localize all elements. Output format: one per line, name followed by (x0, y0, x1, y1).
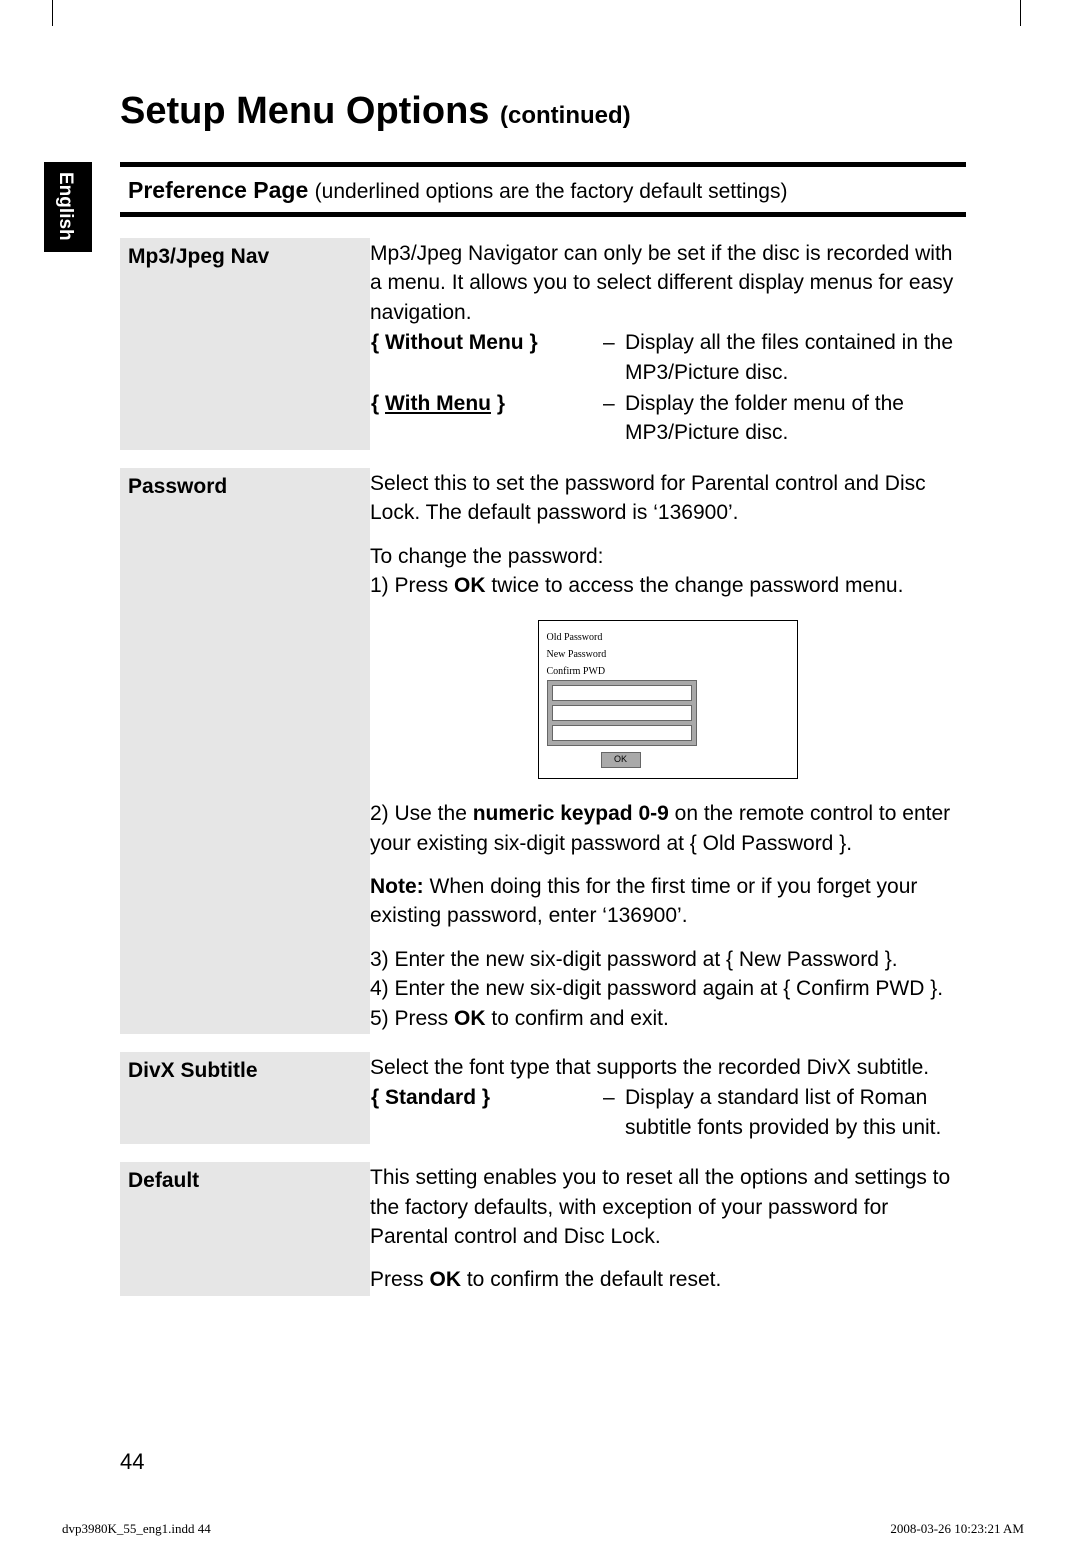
mp3-opt1-label: { Without Menu } (370, 327, 602, 388)
footer-filename: dvp3980K_55_eng1.indd 44 (62, 1521, 211, 1537)
label-password: Password (120, 468, 370, 1034)
password-p1: Select this to set the password for Pare… (370, 469, 965, 528)
section-header: Preference Page (underlined options are … (128, 177, 787, 204)
manual-page: Setup Menu Options (continued) English P… (0, 0, 1080, 1567)
dash: – (602, 327, 624, 388)
password-step1: 1) Press OK twice to access the change p… (370, 571, 965, 600)
label-divx: DivX Subtitle (120, 1052, 370, 1144)
crop-mark (52, 0, 53, 26)
divx-intro: Select the font type that supports the r… (370, 1053, 965, 1082)
divx-opt-desc: Display a standard list of Roman subtitl… (624, 1082, 965, 1143)
pwd-ui-new-field (552, 705, 692, 721)
desc-divx: Select the font type that supports the r… (370, 1052, 966, 1144)
dash: – (602, 388, 624, 449)
label-default: Default (120, 1162, 370, 1296)
pwd-ui-confirm-field (552, 725, 692, 741)
password-p2: To change the password: (370, 542, 965, 571)
password-step4: 4) Enter the new six-digit password agai… (370, 974, 965, 1003)
desc-password: Select this to set the password for Pare… (370, 468, 966, 1034)
row-password: Password Select this to set the password… (120, 468, 966, 1034)
desc-mp3jpeg: Mp3/Jpeg Navigator can only be set if th… (370, 238, 966, 450)
pwd-ui-ok-button: OK (601, 752, 641, 768)
footer-timestamp: 2008-03-26 10:23:21 AM (890, 1521, 1024, 1537)
page-title: Setup Menu Options (continued) (120, 90, 631, 133)
pwd-ui-confirm: Confirm PWD (547, 666, 606, 677)
pwd-ui-old: Old Password (547, 632, 603, 643)
content-area: Mp3/Jpeg Nav Mp3/Jpeg Navigator can only… (120, 220, 966, 1296)
section-header-paren: (underlined options are the factory defa… (315, 180, 788, 203)
mp3-opt2-label: { With Menu } (370, 388, 602, 449)
section-header-main: Preference Page (128, 177, 308, 203)
page-title-main: Setup Menu Options (120, 90, 489, 132)
language-tab-label: English (54, 172, 76, 241)
mp3-opt2-desc: Display the folder menu of the MP3/Pictu… (624, 388, 965, 449)
divx-opt-label: { Standard } (370, 1082, 602, 1143)
row-default: Default This setting enables you to rese… (120, 1162, 966, 1296)
label-mp3jpeg: Mp3/Jpeg Nav (120, 238, 370, 450)
desc-default: This setting enables you to reset all th… (370, 1162, 966, 1296)
page-number: 44 (120, 1449, 144, 1475)
password-step3: 3) Enter the new six-digit password at {… (370, 945, 965, 974)
divx-options: { Standard } – Display a standard list o… (370, 1082, 965, 1143)
default-p2: Press OK to confirm the default reset. (370, 1265, 965, 1294)
dash: – (602, 1082, 624, 1143)
pwd-ui-old-field (552, 685, 692, 701)
crop-mark (1020, 0, 1021, 26)
section-rule-top (120, 162, 966, 167)
default-p1: This setting enables you to reset all th… (370, 1163, 965, 1251)
password-dialog-mock: Old Password New Password Confirm PWD OK (538, 620, 798, 779)
mp3-opt1-desc: Display all the files contained in the M… (624, 327, 965, 388)
section-rule-bottom (120, 212, 966, 217)
mp3-intro: Mp3/Jpeg Navigator can only be set if th… (370, 239, 965, 327)
row-mp3jpeg: Mp3/Jpeg Nav Mp3/Jpeg Navigator can only… (120, 238, 966, 450)
password-note: Note: When doing this for the first time… (370, 872, 965, 931)
language-tab: English (44, 162, 92, 252)
password-step2: 2) Use the numeric keypad 0-9 on the rem… (370, 799, 965, 858)
page-title-continued: (continued) (500, 102, 631, 129)
password-step5: 5) Press OK to confirm and exit. (370, 1004, 965, 1033)
mp3-options: { Without Menu } – Display all the files… (370, 327, 965, 449)
row-divx: DivX Subtitle Select the font type that … (120, 1052, 966, 1144)
pwd-ui-new: New Password (547, 649, 607, 660)
